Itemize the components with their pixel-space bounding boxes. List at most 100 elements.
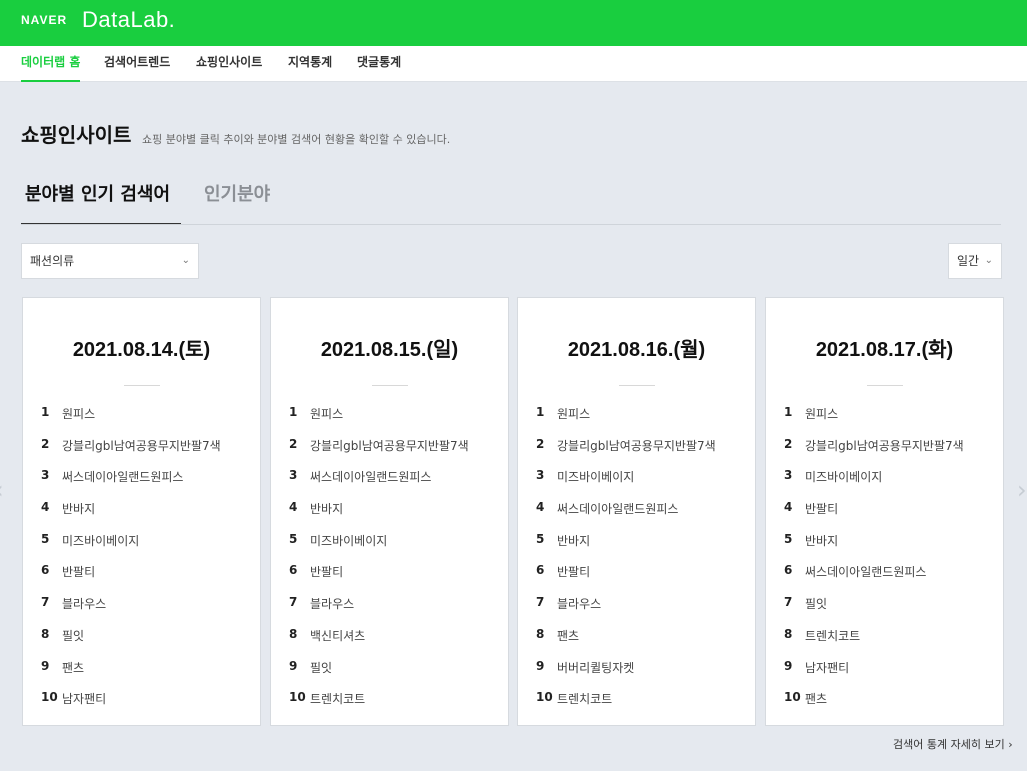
rank-keyword[interactable]: 원피스 — [557, 405, 590, 422]
rank-item[interactable]: 6 반팔티 — [271, 562, 508, 594]
rank-item[interactable]: 3 써스데이아일랜드원피스 — [23, 467, 260, 499]
rank-item[interactable]: 4 반팔티 — [766, 499, 1003, 531]
rank-keyword[interactable]: 트렌치코트 — [310, 690, 365, 707]
period-select[interactable]: 일간 ⌄ — [948, 243, 1002, 279]
rank-keyword[interactable]: 블라우스 — [557, 595, 601, 612]
rank-keyword[interactable]: 써스데이아일랜드원피스 — [805, 563, 926, 580]
rank-number: 8 — [784, 626, 793, 641]
chevron-right-icon[interactable]: › — [1017, 476, 1027, 504]
rank-item[interactable]: 1 원피스 — [766, 404, 1003, 436]
rank-item[interactable]: 7 블라우스 — [518, 594, 755, 626]
rank-item[interactable]: 4 반바지 — [23, 499, 260, 531]
rank-item[interactable]: 2 강블리gbl남여공용무지반팔7색 — [23, 436, 260, 468]
rank-item[interactable]: 9 필잇 — [271, 658, 508, 690]
rank-keyword[interactable]: 써스데이아일랜드원피스 — [557, 500, 678, 517]
rank-keyword[interactable]: 남자팬티 — [62, 690, 106, 707]
rank-keyword[interactable]: 블라우스 — [310, 595, 354, 612]
naver-logo[interactable]: NAVER — [21, 13, 67, 27]
rank-keyword[interactable]: 필잇 — [310, 659, 332, 676]
rank-keyword[interactable]: 필잇 — [805, 595, 827, 612]
rank-keyword[interactable]: 트렌치코트 — [557, 690, 612, 707]
rank-item[interactable]: 1 원피스 — [271, 404, 508, 436]
rank-item[interactable]: 10 트렌치코트 — [518, 689, 755, 721]
rank-keyword[interactable]: 강블리gbl남여공용무지반팔7색 — [805, 437, 964, 454]
card-divider — [371, 385, 408, 386]
rank-item[interactable]: 4 써스데이아일랜드원피스 — [518, 499, 755, 531]
datalab-logo[interactable]: DataLab. — [82, 7, 175, 33]
rank-number: 7 — [784, 595, 793, 610]
rank-item[interactable]: 9 남자팬티 — [766, 658, 1003, 690]
keyword-stats-detail-link[interactable]: 검색어 통계 자세히 보기 › — [893, 736, 1013, 752]
rank-item[interactable]: 7 블라우스 — [271, 594, 508, 626]
rank-keyword[interactable]: 필잇 — [62, 627, 84, 644]
rank-item[interactable]: 6 써스데이아일랜드원피스 — [766, 562, 1003, 594]
rank-item[interactable]: 5 반바지 — [766, 531, 1003, 563]
rank-keyword[interactable]: 반바지 — [557, 532, 590, 549]
card-date: 2021.08.15.(일) — [320, 339, 459, 361]
rank-item[interactable]: 1 원피스 — [23, 404, 260, 436]
rank-item[interactable]: 9 버버리퀼팅자켓 — [518, 658, 755, 690]
rank-keyword[interactable]: 반팔티 — [310, 563, 343, 580]
chevron-left-icon[interactable]: ‹ — [0, 476, 4, 504]
nav-item-shopping-insight[interactable]: 쇼핑인사이트 — [196, 46, 262, 82]
rank-keyword[interactable]: 원피스 — [805, 405, 838, 422]
rank-keyword[interactable]: 팬츠 — [62, 659, 84, 676]
rank-item[interactable]: 4 반바지 — [271, 499, 508, 531]
rank-keyword[interactable]: 반팔티 — [62, 563, 95, 580]
rank-item[interactable]: 1 원피스 — [518, 404, 755, 436]
rank-keyword[interactable]: 버버리퀼팅자켓 — [557, 659, 634, 676]
rank-keyword[interactable]: 남자팬티 — [805, 659, 849, 676]
rank-keyword[interactable]: 미즈바이베이지 — [805, 468, 882, 485]
rank-item[interactable]: 3 미즈바이베이지 — [518, 467, 755, 499]
rank-keyword[interactable]: 원피스 — [62, 405, 95, 422]
rank-keyword[interactable]: 써스데이아일랜드원피스 — [62, 468, 183, 485]
nav-item-datalab-home[interactable]: 데이터랩 홈 — [21, 46, 81, 82]
rank-item[interactable]: 6 반팔티 — [518, 562, 755, 594]
rank-keyword[interactable]: 써스데이아일랜드원피스 — [310, 468, 431, 485]
rank-item[interactable]: 2 강블리gbl남여공용무지반팔7색 — [766, 436, 1003, 468]
rank-item[interactable]: 9 팬츠 — [23, 658, 260, 690]
rank-keyword[interactable]: 반바지 — [310, 500, 343, 517]
rank-keyword[interactable]: 미즈바이베이지 — [310, 532, 387, 549]
rank-item[interactable]: 8 팬츠 — [518, 626, 755, 658]
rank-item[interactable]: 7 블라우스 — [23, 594, 260, 626]
rank-keyword[interactable]: 트렌치코트 — [805, 627, 860, 644]
rank-item[interactable]: 8 필잇 — [23, 626, 260, 658]
tab-category-popular-keywords[interactable]: 분야별 인기 검색어 — [21, 180, 181, 225]
rank-item[interactable]: 2 강블리gbl남여공용무지반팔7색 — [518, 436, 755, 468]
nav-item-search-trend[interactable]: 검색어트렌드 — [104, 46, 170, 82]
rank-number: 10 — [41, 690, 58, 705]
rank-item[interactable]: 5 미즈바이베이지 — [271, 531, 508, 563]
rank-keyword[interactable]: 블라우스 — [62, 595, 106, 612]
rank-keyword[interactable]: 팬츠 — [557, 627, 579, 644]
rank-item[interactable]: 3 미즈바이베이지 — [766, 467, 1003, 499]
rank-item[interactable]: 7 필잇 — [766, 594, 1003, 626]
rank-item[interactable]: 2 강블리gbl남여공용무지반팔7색 — [271, 436, 508, 468]
rank-keyword[interactable]: 반팔티 — [805, 500, 838, 517]
rank-keyword[interactable]: 팬츠 — [805, 690, 827, 707]
rank-item[interactable]: 6 반팔티 — [23, 562, 260, 594]
rank-keyword[interactable]: 반바지 — [62, 500, 95, 517]
category-select[interactable]: 패션의류 ⌄ — [21, 243, 199, 279]
rank-keyword[interactable]: 강블리gbl남여공용무지반팔7색 — [310, 437, 469, 454]
nav-item-comment-stats[interactable]: 댓글통계 — [357, 46, 401, 82]
rank-item[interactable]: 10 남자팬티 — [23, 689, 260, 721]
rank-keyword[interactable]: 원피스 — [310, 405, 343, 422]
rank-item[interactable]: 5 반바지 — [518, 531, 755, 563]
rank-item[interactable]: 8 백신티셔츠 — [271, 626, 508, 658]
rank-item[interactable]: 8 트렌치코트 — [766, 626, 1003, 658]
rank-item[interactable]: 5 미즈바이베이지 — [23, 531, 260, 563]
rank-keyword[interactable]: 미즈바이베이지 — [557, 468, 634, 485]
rank-keyword[interactable]: 미즈바이베이지 — [62, 532, 139, 549]
tab-popular-categories[interactable]: 인기분야 — [204, 180, 270, 206]
rank-item[interactable]: 3 써스데이아일랜드원피스 — [271, 467, 508, 499]
nav-item-regional-stats[interactable]: 지역통계 — [288, 46, 332, 82]
rank-keyword[interactable]: 강블리gbl남여공용무지반팔7색 — [557, 437, 716, 454]
rank-item[interactable]: 10 팬츠 — [766, 689, 1003, 721]
rank-keyword[interactable]: 반팔티 — [557, 563, 590, 580]
rank-keyword[interactable]: 강블리gbl남여공용무지반팔7색 — [62, 437, 221, 454]
rank-keyword[interactable]: 백신티셔츠 — [310, 627, 365, 644]
rank-item[interactable]: 10 트렌치코트 — [271, 689, 508, 721]
rank-keyword[interactable]: 반바지 — [805, 532, 838, 549]
rank-number: 6 — [289, 563, 298, 578]
